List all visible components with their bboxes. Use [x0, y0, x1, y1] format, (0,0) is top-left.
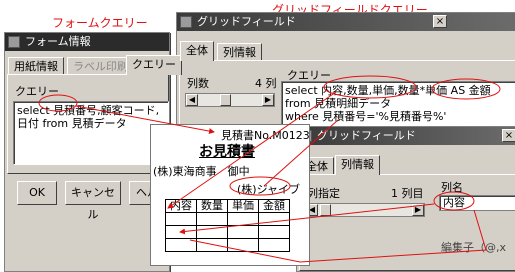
header-content: 内容 — [165, 199, 197, 213]
close-icon[interactable]: × — [502, 129, 515, 142]
ok-button[interactable]: OK — [17, 181, 57, 205]
slider-left-arrow-icon[interactable]: ◀ — [186, 94, 198, 106]
window-icon — [8, 36, 20, 48]
column-count-slider[interactable]: ◀ ▶ — [185, 93, 275, 107]
editor-char-label: 編集子（@,x — [441, 241, 507, 254]
grid-field-window-2: グリッドフィールド × 全体 列情報 列指定 1 列目 ◀ ▶ 列名 内容 編集… — [296, 126, 515, 272]
estimate-table: 内容 数量 単価 金額 — [165, 199, 290, 252]
table-row — [165, 225, 290, 239]
form-info-window: フォーム情報 用紙情報 ラベル印刷 クエリー クエリー select 見積番号,… — [4, 32, 182, 272]
column-spec-label: 列指定 — [307, 187, 340, 200]
grid-field-titlebar-1[interactable]: グリッドフィールド — [177, 13, 515, 31]
column-name-field[interactable]: 内容 — [439, 195, 515, 211]
slider-right-arrow-icon[interactable]: ▶ — [412, 204, 424, 216]
table-row — [165, 212, 290, 226]
form-info-titlebar[interactable]: フォーム情報 — [5, 33, 169, 51]
table-header-row: 内容 数量 単価 金額 — [165, 199, 290, 213]
tab-label-print[interactable]: ラベル印刷 — [67, 57, 134, 75]
column-spec-slider[interactable]: ◀ ▶ — [305, 203, 425, 217]
header-amount: 金額 — [258, 199, 290, 213]
grid-field-title-2: グリッドフィールド — [317, 129, 416, 142]
slider-thumb[interactable] — [320, 204, 331, 216]
form-query-caption: フォームクエリー — [52, 16, 148, 30]
slider-right-arrow-icon[interactable]: ▶ — [262, 94, 274, 106]
slider-thumb[interactable] — [220, 94, 231, 106]
cancel-button[interactable]: キャンセル — [65, 181, 121, 221]
header-unit-price: 単価 — [227, 199, 259, 213]
window-icon — [180, 16, 192, 28]
grid-field-titlebar-2[interactable]: グリッドフィールド — [297, 127, 515, 145]
tab-query[interactable]: クエリー — [126, 55, 182, 75]
tab-overall[interactable]: 全体 — [180, 41, 214, 61]
column-name-label: 列名 — [441, 181, 463, 194]
table-row — [165, 238, 290, 252]
column-count-label: 列数 — [187, 77, 209, 90]
tab-column-info[interactable]: 列情報 — [217, 43, 262, 61]
close-icon[interactable]: × — [433, 15, 447, 28]
estimate-title: お見積書 — [199, 144, 255, 160]
query-textarea[interactable]: select 見積番号,顧客コード, 日付 from 見積データ — [13, 101, 169, 165]
header-quantity: 数量 — [196, 199, 228, 213]
tab-column-info-2[interactable]: 列情報 — [335, 155, 380, 175]
column-spec-value: 1 列目 — [391, 187, 424, 200]
issuer-name: (株)ジャイブ — [237, 183, 301, 196]
estimate-document: 見積書No.M0123 お見積書 (株)東海商事 御中 (株)ジャイブ 内容 数… — [150, 124, 310, 266]
column-count-value: 4 列 — [255, 77, 277, 90]
grid-field-title-1: グリッドフィールド — [197, 15, 296, 28]
query-label: クエリー — [15, 85, 59, 98]
customer-name: (株)東海商事 御中 — [153, 165, 250, 178]
form-info-title: フォーム情報 — [25, 35, 91, 48]
tab-paper-info[interactable]: 用紙情報 — [8, 57, 64, 75]
